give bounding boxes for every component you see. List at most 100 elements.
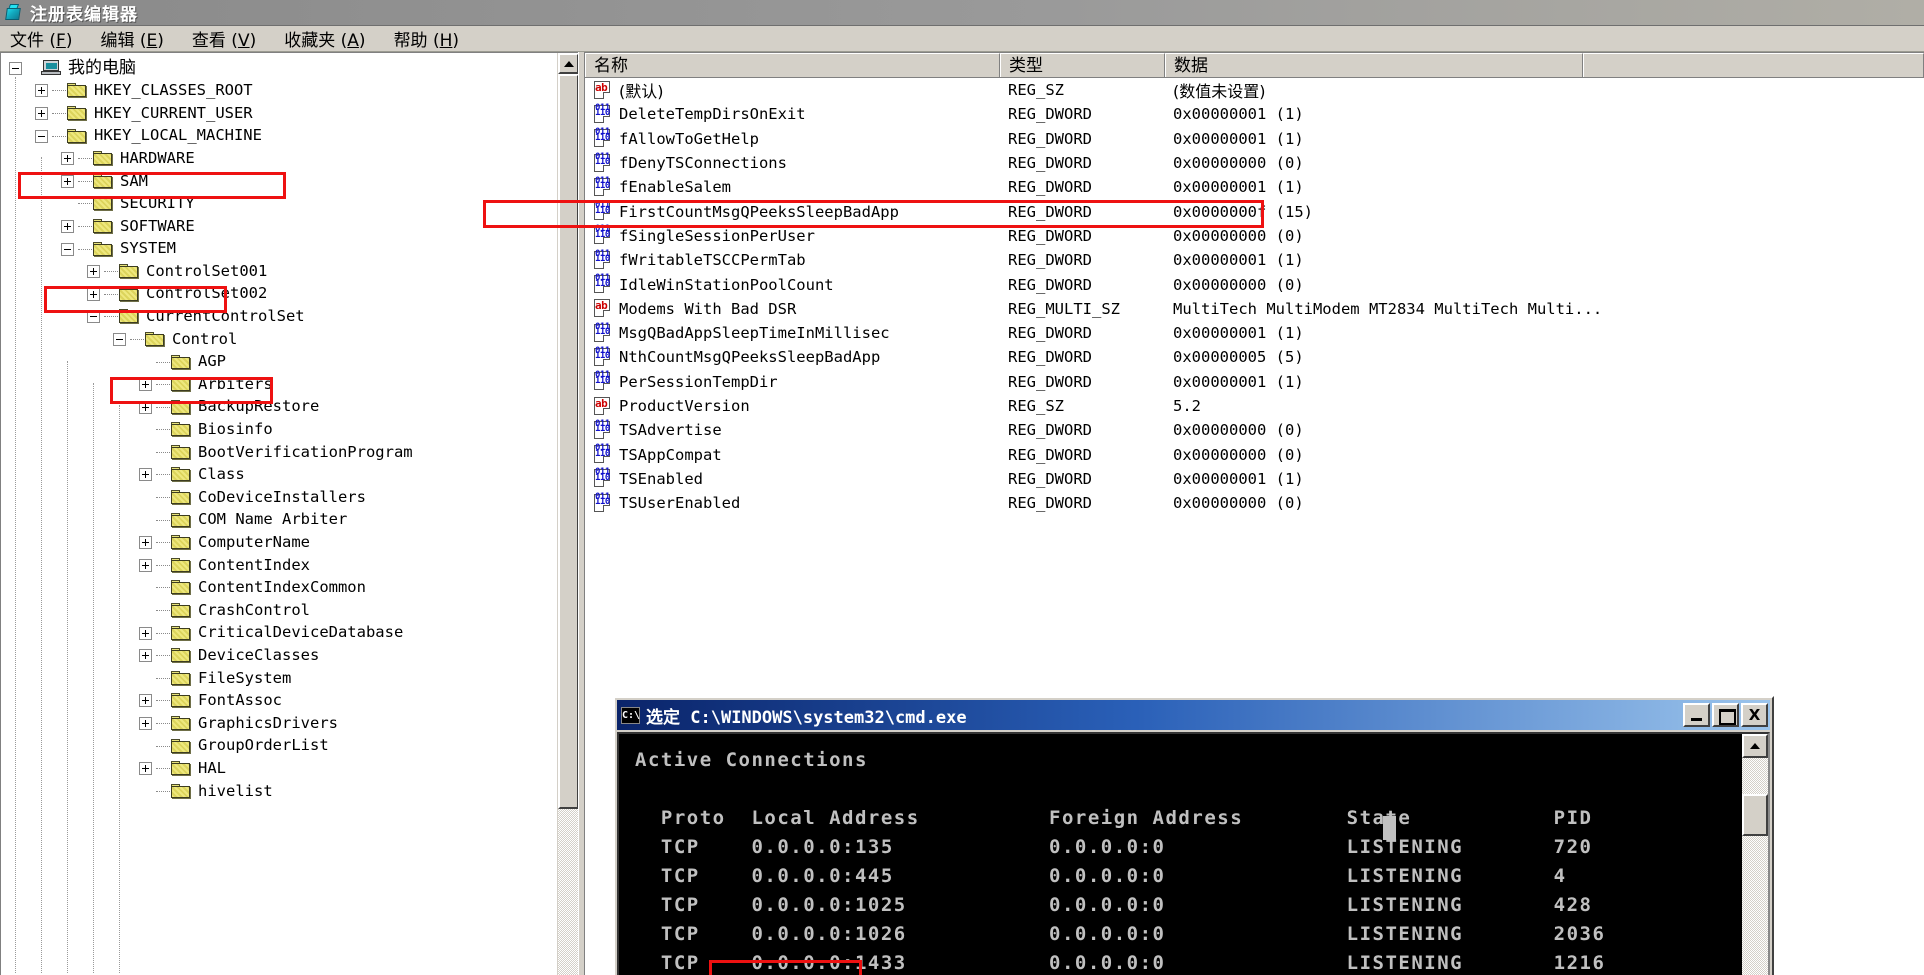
tree-item-graphicsdrivers[interactable]: GraphicsDrivers	[9, 712, 578, 735]
expand-plus-icon[interactable]	[139, 694, 152, 708]
scrollbar-thumb[interactable]	[558, 74, 578, 809]
tree-connector	[156, 384, 170, 386]
menu-item-5[interactable]: 帮助 (H)	[392, 24, 471, 53]
column-header-data[interactable]: 数据	[1165, 53, 1583, 77]
table-row[interactable]: 011 110 DeleteTempDirsOnExit REG_DWORD 0x000…	[585, 102, 1924, 126]
tree-item-crashcontrol[interactable]: CrashControl	[9, 599, 578, 622]
tree-item-hkey-current-user[interactable]: HKEY_CURRENT_USER	[9, 102, 578, 125]
expand-plus-icon[interactable]	[139, 762, 152, 776]
table-row[interactable]: 011 110 fWritableTSCCPermTab REG_DWORD 0x000…	[585, 248, 1924, 272]
cmd-maximize-button[interactable]	[1712, 703, 1739, 727]
expand-plus-icon[interactable]	[139, 536, 152, 550]
tree-item-sam[interactable]: SAM	[9, 170, 578, 193]
collapse-minus-icon[interactable]	[35, 129, 48, 143]
table-row[interactable]: 011 110 fDenyTSConnections REG_DWORD 0x00000…	[585, 151, 1924, 175]
tree-item-hkey-classes-root[interactable]: HKEY_CLASSES_ROOT	[9, 80, 578, 103]
table-row[interactable]: 011 110 MsgQBadAppSleepTimeInMillisec REG_D…	[585, 321, 1924, 345]
values-list[interactable]: ab (默认) REG_SZ (数值未设置) 011 110 DeleteTempDirsO…	[585, 78, 1924, 515]
tree-item-biosinfo[interactable]: Biosinfo	[9, 419, 578, 442]
table-row[interactable]: 011 110 fAllowToGetHelp REG_DWORD 0x00000001…	[585, 127, 1924, 151]
cmd-console-body[interactable]: Active Connections Proto Local Address F…	[617, 732, 1770, 975]
tree-item-contentindex[interactable]: ContentIndex	[9, 554, 578, 577]
tree-item-com-name-arbiter[interactable]: COM Name Arbiter	[9, 509, 578, 532]
expand-plus-icon[interactable]	[61, 219, 74, 233]
cmd-scroll-up-button[interactable]	[1742, 734, 1768, 758]
value-data: 0x00000001 (1)	[1173, 324, 1304, 343]
column-header-type[interactable]: 类型	[1000, 53, 1165, 77]
table-row[interactable]: 011 110 IdleWinStationPoolCount REG_DWORD 0x…	[585, 272, 1924, 296]
tree-item-hardware[interactable]: HARDWARE	[9, 147, 578, 170]
collapse-minus-icon[interactable]	[9, 61, 22, 75]
tree-item-hal[interactable]: HAL	[9, 757, 578, 780]
table-row[interactable]: 011 110 NthCountMsgQPeeksSleepBadApp REG_DW…	[585, 345, 1924, 369]
table-row[interactable]: 011 110 TSEnabled REG_DWORD 0x00000001 (1)	[585, 467, 1924, 491]
table-row[interactable]: ab (默认) REG_SZ (数值未设置)	[585, 78, 1924, 102]
registry-tree-pane[interactable]: 我的电脑 HKEY_CLASSES_ROOT HKEY_CURRENT_USER HK…	[0, 52, 578, 975]
tree-item-fontassoc[interactable]: FontAssoc	[9, 690, 578, 713]
expand-plus-icon[interactable]	[139, 717, 152, 731]
column-header-name[interactable]: 名称	[585, 53, 1000, 77]
cmd-scrollbar-thumb[interactable]	[1742, 794, 1768, 836]
cmd-close-button[interactable]: X	[1741, 703, 1768, 727]
tree-vertical-scrollbar[interactable]	[557, 53, 578, 975]
collapse-minus-icon[interactable]	[61, 242, 74, 256]
tree-item-software[interactable]: SOFTWARE	[9, 215, 578, 238]
values-column-header[interactable]: 名称 类型 数据	[585, 53, 1924, 78]
tree-item--[interactable]: 我的电脑	[9, 57, 578, 80]
table-row[interactable]: 011 110 fEnableSalem REG_DWORD 0x00000001 (1…	[585, 175, 1924, 199]
menu-item-4[interactable]: 收藏夹 (A)	[282, 24, 377, 53]
table-row[interactable]: 011 110 TSAdvertise REG_DWORD 0x00000000 (0)	[585, 418, 1924, 442]
tree-item-contentindexcommon[interactable]: ContentIndexCommon	[9, 577, 578, 600]
tree-item-filesystem[interactable]: FileSystem	[9, 667, 578, 690]
expand-plus-icon[interactable]	[61, 152, 74, 166]
expand-plus-icon[interactable]	[139, 558, 152, 572]
collapse-minus-icon[interactable]	[87, 310, 100, 324]
expand-plus-icon[interactable]	[87, 287, 100, 301]
cmd-vertical-scrollbar[interactable]	[1742, 734, 1768, 975]
tree-item-deviceclasses[interactable]: DeviceClasses	[9, 644, 578, 667]
expand-plus-icon[interactable]	[61, 174, 74, 188]
tree-item-computername[interactable]: ComputerName	[9, 531, 578, 554]
tree-item-controlset002[interactable]: ControlSet002	[9, 283, 578, 306]
tree-connector	[156, 474, 170, 476]
expand-plus-icon[interactable]	[35, 84, 48, 98]
tree-item-backuprestore[interactable]: BackupRestore	[9, 396, 578, 419]
table-row[interactable]: 011 110 PerSessionTempDir REG_DWORD 0x000000…	[585, 370, 1924, 394]
expand-plus-icon[interactable]	[139, 400, 152, 414]
scroll-up-button[interactable]	[558, 53, 578, 74]
command-prompt-window[interactable]: C:\ 选定 C:\WINDOWS\system32\cmd.exe X Act…	[613, 696, 1774, 975]
tree-item-hkey-local-machine[interactable]: HKEY_LOCAL_MACHINE	[9, 125, 578, 148]
cmd-titlebar[interactable]: C:\ 选定 C:\WINDOWS\system32\cmd.exe X	[617, 700, 1770, 730]
expand-plus-icon[interactable]	[139, 649, 152, 663]
tree-item-agp[interactable]: AGP	[9, 351, 578, 374]
registry-tree[interactable]: 我的电脑 HKEY_CLASSES_ROOT HKEY_CURRENT_USER HK…	[1, 53, 578, 973]
menu-item-3[interactable]: 查看 (V)	[190, 24, 268, 53]
menu-item-1[interactable]: 文件 (F)	[8, 24, 84, 53]
table-row[interactable]: 011 110 FirstCountMsgQPeeksSleepBadApp REG_…	[585, 199, 1924, 223]
tree-item-controlset001[interactable]: ControlSet001	[9, 260, 578, 283]
table-row[interactable]: 011 110 TSAppCompat REG_DWORD 0x00000000 (0)	[585, 442, 1924, 466]
expand-plus-icon[interactable]	[87, 265, 100, 279]
expand-plus-icon[interactable]	[139, 626, 152, 640]
tree-item-criticaldevicedatabase[interactable]: CriticalDeviceDatabase	[9, 622, 578, 645]
expand-plus-icon[interactable]	[139, 468, 152, 482]
tree-item-grouporderlist[interactable]: GroupOrderList	[9, 735, 578, 758]
collapse-minus-icon[interactable]	[113, 332, 126, 346]
table-row[interactable]: 011 110 fSingleSessionPerUser REG_DWORD 0x00…	[585, 224, 1924, 248]
tree-item-currentcontrolset[interactable]: CurrentControlSet	[9, 306, 578, 329]
cmd-minimize-button[interactable]	[1683, 703, 1710, 727]
tree-item-class[interactable]: Class	[9, 464, 578, 487]
table-row[interactable]: ab ProductVersion REG_SZ 5.2	[585, 394, 1924, 418]
table-row[interactable]: ab Modems With Bad DSR REG_MULTI_SZ MultiTe…	[585, 297, 1924, 321]
tree-item-hivelist[interactable]: hivelist	[9, 780, 578, 803]
tree-item-codeviceinstallers[interactable]: CoDeviceInstallers	[9, 486, 578, 509]
menu-item-2[interactable]: 编辑 (E)	[98, 24, 175, 53]
table-row[interactable]: 011 110 TSUserEnabled REG_DWORD 0x00000000 (…	[585, 491, 1924, 515]
expand-plus-icon[interactable]	[139, 378, 152, 392]
tree-item-arbiters[interactable]: Arbiters	[9, 373, 578, 396]
tree-item-system[interactable]: SYSTEM	[9, 238, 578, 261]
expand-plus-icon[interactable]	[35, 106, 48, 120]
tree-item-control[interactable]: Control	[9, 328, 578, 351]
tree-item-bootverificationprogram[interactable]: BootVerificationProgram	[9, 441, 578, 464]
tree-item-security[interactable]: SECURITY	[9, 193, 578, 216]
